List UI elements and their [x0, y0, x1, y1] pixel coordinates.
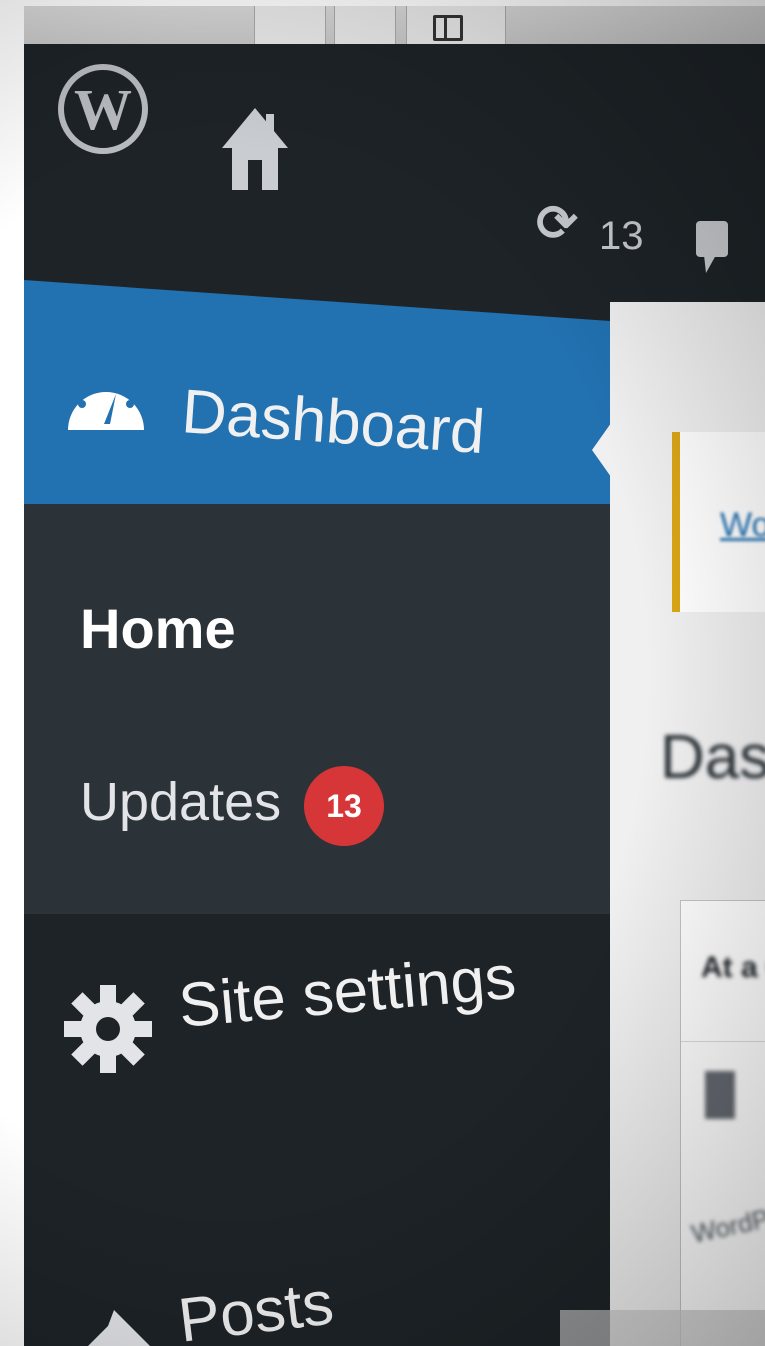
admin-bar-updates-count[interactable]: 13	[599, 214, 644, 259]
widget-text: WordP	[688, 1203, 765, 1249]
main-content: Wor Dash At a G WordP	[610, 302, 765, 1346]
refresh-icon[interactable]: ⟳	[536, 194, 578, 252]
dashboard-submenu	[24, 504, 610, 914]
at-a-glance-widget: At a G WordP	[680, 900, 765, 1346]
wordpress-logo-icon[interactable]: W	[58, 64, 148, 154]
browser-toolbar	[24, 6, 765, 50]
submenu-item-updates[interactable]: Updates	[80, 771, 281, 833]
sidebar-panel-icon	[433, 15, 463, 41]
gear-icon	[60, 981, 156, 1082]
updates-count-badge: 13	[304, 766, 384, 846]
wordpress-logo-letter: W	[74, 76, 132, 142]
update-notice: Wor	[672, 432, 765, 612]
page-count-icon	[705, 1071, 735, 1119]
dashboard-gauge-icon	[64, 364, 148, 439]
comment-icon[interactable]	[694, 219, 734, 284]
menu-item-posts[interactable]: Posts	[175, 1267, 338, 1346]
widget-divider	[681, 1041, 765, 1042]
menu-item-site-settings[interactable]: Site settings	[176, 942, 519, 1042]
screen-bottom-edge	[560, 1310, 765, 1346]
notice-link[interactable]: Wor	[720, 506, 765, 545]
page-title: Dash	[660, 723, 765, 792]
monitor-screen: W ⟳ 13 Dashboard Home Updates 13 Site se…	[24, 6, 765, 1346]
pushpin-icon	[54, 1306, 154, 1346]
submenu-item-home[interactable]: Home	[80, 596, 236, 661]
home-icon[interactable]	[220, 104, 290, 199]
admin-sidebar: Dashboard Home Updates 13 Site settings …	[24, 266, 616, 1346]
widget-title[interactable]: At a G	[701, 951, 765, 985]
